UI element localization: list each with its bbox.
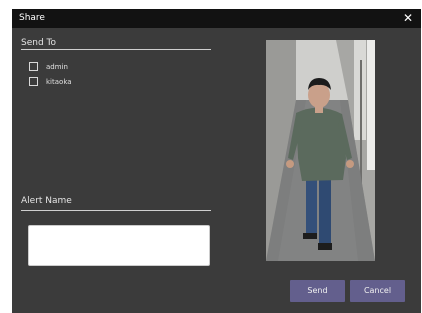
recipient-checkbox-admin[interactable] xyxy=(29,62,38,71)
camera-snapshot-icon xyxy=(266,40,375,261)
title-bar: Share ✕ xyxy=(12,9,421,28)
close-icon[interactable]: ✕ xyxy=(401,10,415,26)
send-button[interactable]: Send xyxy=(290,280,345,302)
recipient-checkbox-kitaoka[interactable] xyxy=(29,77,38,86)
send-to-divider xyxy=(21,49,211,50)
dialog-title: Share xyxy=(19,13,45,23)
recipient-label-kitaoka: kitaoka xyxy=(46,78,72,86)
recipient-label-admin: admin xyxy=(46,63,68,71)
alert-name-input[interactable] xyxy=(28,225,210,266)
snapshot-image xyxy=(266,40,375,261)
alert-name-divider xyxy=(21,210,211,211)
cancel-button[interactable]: Cancel xyxy=(350,280,405,302)
send-to-label: Send To xyxy=(21,38,57,48)
alert-name-label: Alert Name xyxy=(21,196,72,206)
share-dialog: Share ✕ Send To admin kitaoka Alert Name xyxy=(12,9,421,313)
